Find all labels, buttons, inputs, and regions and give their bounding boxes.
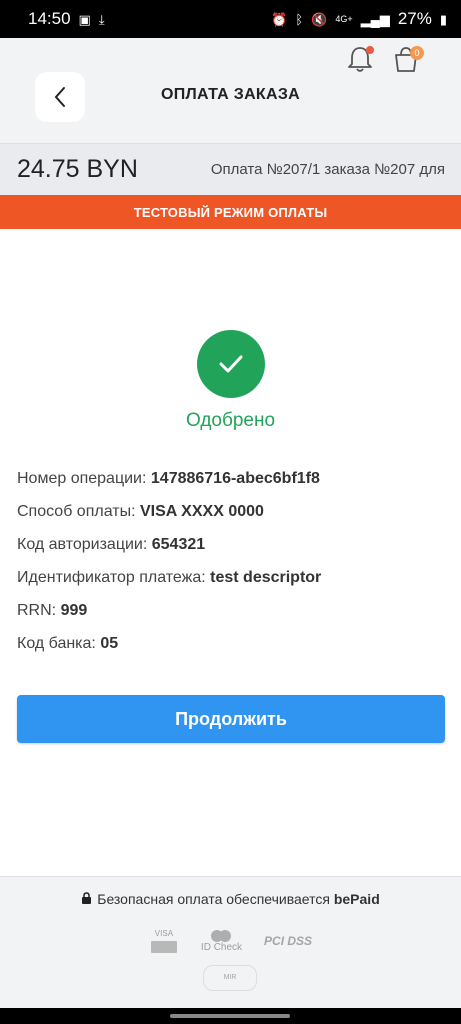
detail-value: test descriptor (210, 569, 322, 586)
detail-value: VISA XXXX 0000 (139, 503, 264, 520)
continue-button[interactable]: Продолжить (17, 695, 445, 743)
test-mode-banner: ТЕСТОВЫЙ РЕЖИМ ОПЛАТЫ (0, 195, 461, 229)
provider-name: bePaid (333, 891, 380, 907)
secure-text: Безопасная оплата обеспечивается (97, 891, 330, 907)
detail-payment-id: Идентификатор платежа: test descriptor (17, 569, 447, 602)
home-gesture-pill[interactable] (170, 1014, 290, 1018)
detail-value: 05 (100, 635, 119, 652)
alarm-icon: ⏰ (271, 11, 288, 27)
page-title: ОПЛАТА ЗАКАЗА (160, 86, 301, 103)
bluetooth-icon: ᛒ (295, 11, 304, 27)
cart-count-badge: 0 (410, 46, 424, 60)
pci-dss-logo: PCI DSS (264, 934, 313, 948)
detail-value: 999 (60, 602, 88, 619)
visa-logo: VISA (149, 929, 179, 953)
detail-label: Код банка: (17, 635, 96, 652)
image-icon: ▣ (78, 11, 91, 27)
status-bar: 14:50 ▣ ⤓ ⏰ ᛒ 🔇 4G+ ▂▄▆ 27% ▮ (0, 0, 461, 38)
detail-label: RRN: (17, 602, 57, 619)
signal-icon: ▂▄▆ (360, 11, 390, 27)
detail-label: Идентификатор платежа: (17, 569, 206, 586)
mute-icon: 🔇 (311, 11, 328, 27)
detail-payment-method: Способ оплаты: VISA XXXX 0000 (17, 503, 447, 536)
network-type: 4G+ (335, 13, 353, 24)
success-badge (197, 330, 265, 398)
visa-logo-text: VISA (154, 929, 174, 938)
detail-auth-code: Код авторизации: 654321 (17, 536, 447, 569)
secure-payment-note: Безопасная оплата обеспечивается bePaid (0, 891, 461, 907)
detail-operation-number: Номер операции: 147886716-abec6bf1f8 (17, 470, 447, 503)
order-summary: 24.75 BYN Оплата №207/1 заказа №207 для (0, 143, 461, 195)
detail-rrn: RRN: 999 (17, 602, 447, 635)
detail-value: 147886716-abec6bf1f8 (150, 470, 320, 487)
mir-logo: MIR (203, 965, 257, 991)
order-amount: 24.75 BYN (17, 155, 138, 183)
battery-icon: ▮ (439, 11, 447, 27)
detail-label: Код авторизации: (17, 536, 148, 553)
lock-icon (82, 892, 92, 904)
detail-bank-code: Код банка: 05 (17, 635, 447, 668)
idcheck-logo-text: ID Check (200, 941, 243, 953)
notification-dot (366, 46, 374, 54)
battery-level: 27% (397, 9, 432, 28)
status-time: 14:50 (28, 9, 71, 28)
payment-status: Одобрено (185, 410, 276, 431)
checkmark-icon (219, 355, 243, 373)
status-bar-right: ⏰ ᛒ 🔇 4G+ ▂▄▆ 27% ▮ (271, 9, 447, 29)
detail-value: 654321 (151, 536, 206, 553)
payment-details: Номер операции: 147886716-abec6bf1f8 Спо… (17, 470, 447, 668)
idcheck-logo: ID Check (200, 929, 243, 953)
download-icon: ⤓ (98, 11, 105, 27)
detail-label: Номер операции: (17, 470, 147, 487)
footer: Безопасная оплата обеспечивается bePaid … (0, 876, 461, 1008)
status-bar-left: 14:50 ▣ ⤓ (28, 9, 105, 29)
payment-logos: VISA ID Check PCI DSS (0, 921, 461, 961)
detail-label: Способ оплаты: (17, 503, 136, 520)
order-description: Оплата №207/1 заказа №207 для (210, 161, 445, 178)
